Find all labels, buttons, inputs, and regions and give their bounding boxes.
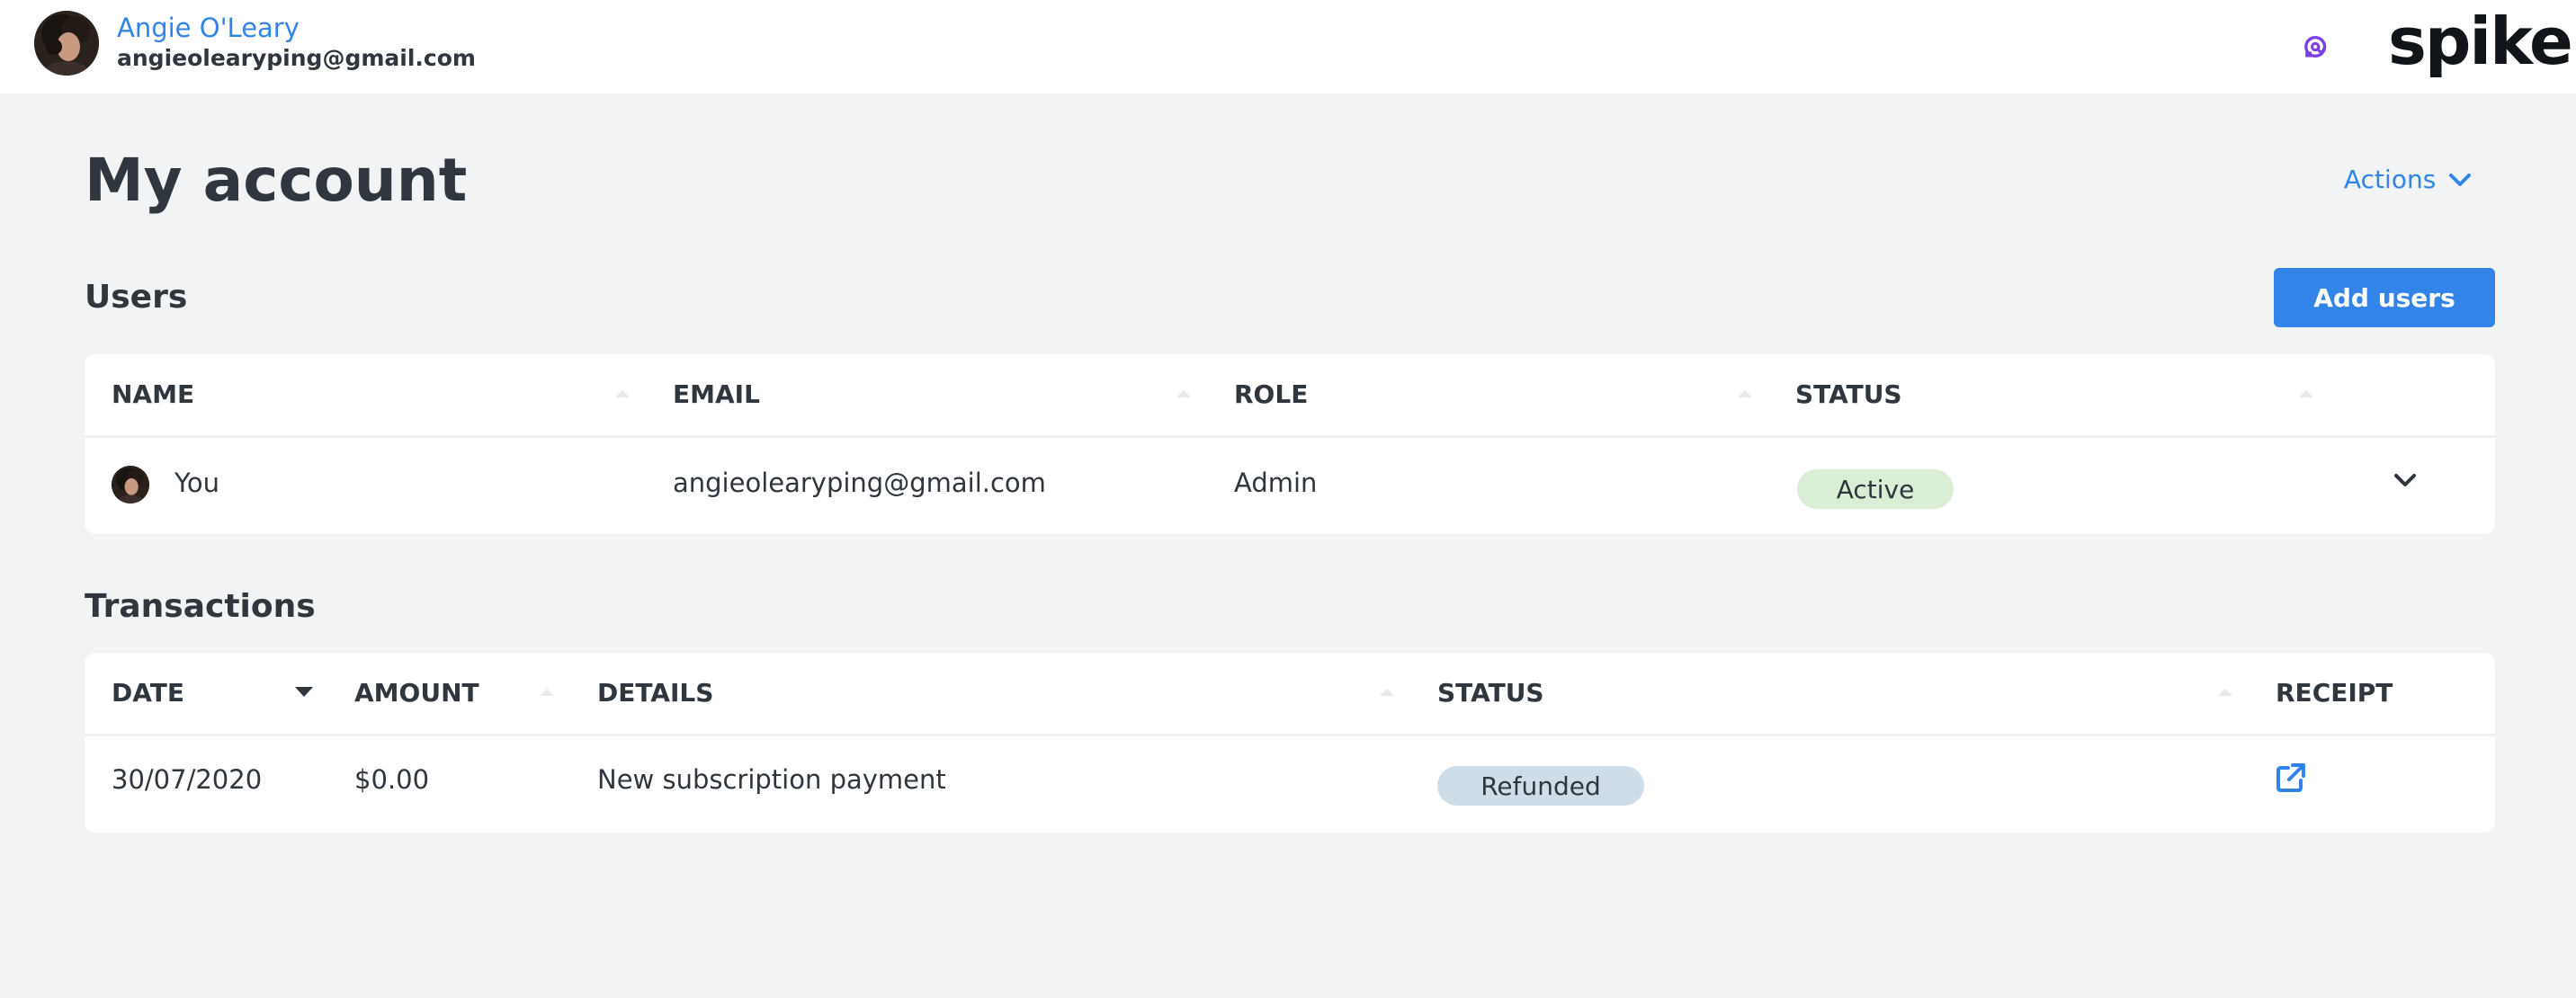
sort-icon[interactable] (540, 689, 554, 696)
top-bar: Angie O'Leary angieolearyping@gmail.com … (0, 0, 2576, 94)
date-cell: 30/07/2020 (112, 764, 263, 795)
logo-text: spike (2388, 4, 2573, 79)
header-divider (85, 734, 2495, 736)
spike-logo-icon (2304, 35, 2327, 58)
users-table: NAME EMAIL ROLE STATUS You angieolearypi… (85, 354, 2495, 534)
sort-icon[interactable] (1738, 390, 1752, 397)
user-email: angieolearyping@gmail.com (117, 45, 476, 71)
external-link-icon[interactable] (2276, 762, 2306, 793)
column-header-details[interactable]: DETAILS (597, 678, 713, 708)
column-header-amount[interactable]: AMOUNT (354, 678, 479, 708)
user-role-cell: Admin (1234, 468, 1318, 498)
status-badge: Refunded (1437, 766, 1644, 806)
user-name[interactable]: Angie O'Leary (117, 13, 300, 43)
column-header-status[interactable]: STATUS (1795, 379, 1902, 409)
user-name-cell: You (174, 468, 219, 498)
details-cell: New subscription payment (597, 764, 946, 795)
chevron-down-icon (2449, 173, 2472, 186)
page-title: My account (85, 146, 468, 215)
actions-label: Actions (2344, 165, 2437, 194)
sort-icon[interactable] (2299, 390, 2313, 397)
sort-icon[interactable] (615, 390, 630, 397)
chevron-down-icon[interactable] (2393, 471, 2418, 489)
sort-icon[interactable] (1176, 390, 1191, 397)
column-header-role[interactable]: ROLE (1234, 379, 1308, 409)
column-header-email[interactable]: EMAIL (673, 379, 760, 409)
users-section-title: Users (85, 279, 188, 316)
amount-cell: $0.00 (354, 764, 430, 795)
transactions-section-title: Transactions (85, 588, 316, 625)
column-header-name[interactable]: NAME (112, 379, 194, 409)
user-avatar[interactable] (34, 11, 99, 76)
column-header-date[interactable]: DATE (112, 678, 184, 708)
status-badge: Active (1797, 469, 1954, 509)
transactions-table: DATE AMOUNT DETAILS STATUS RECEIPT 30/07… (85, 653, 2495, 833)
sort-icon[interactable] (1380, 689, 1394, 696)
sort-icon[interactable] (2218, 689, 2232, 696)
column-header-receipt: RECEIPT (2276, 678, 2393, 708)
user-email-cell: angieolearyping@gmail.com (673, 468, 1046, 498)
actions-dropdown[interactable]: Actions (2344, 165, 2472, 194)
add-users-button[interactable]: Add users (2274, 268, 2495, 327)
sort-descending-icon[interactable] (295, 687, 313, 697)
column-header-status[interactable]: STATUS (1437, 678, 1544, 708)
avatar (112, 466, 149, 503)
header-divider (85, 435, 2495, 438)
